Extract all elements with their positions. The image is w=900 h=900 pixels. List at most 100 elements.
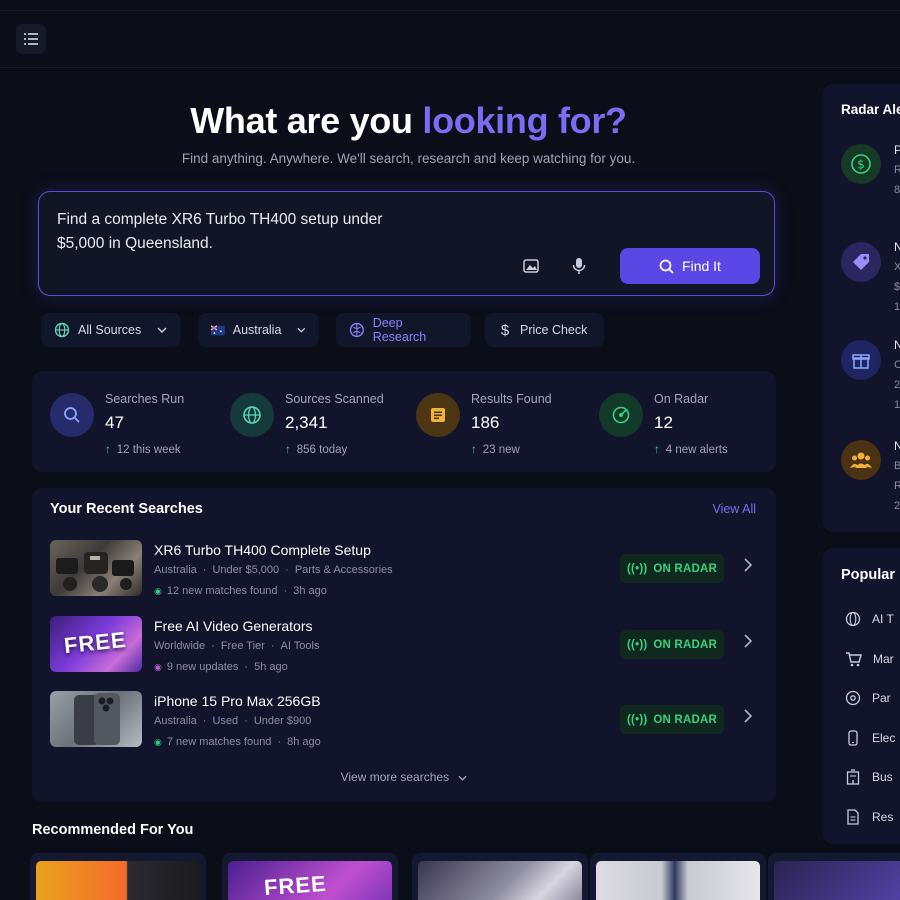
search-meta: Australia · Under $5,000 · Parts & Accessori…: [154, 564, 393, 576]
popular-item-label: Mar: [873, 652, 894, 666]
australia-flag-icon: [211, 324, 225, 335]
meta-filter: Under $5,000: [212, 564, 280, 576]
chevron-right-icon[interactable]: [744, 709, 752, 723]
view-more-label: View more searches: [340, 770, 450, 784]
alert-line: 8: [894, 184, 900, 196]
search-updates: ◉ 12 new matches found · 3h ago: [154, 585, 327, 597]
badge-label: ON RADAR: [653, 562, 717, 575]
alert-line: N: [894, 338, 900, 352]
stat-value: 12: [654, 413, 673, 432]
chevron-right-icon[interactable]: [744, 558, 752, 572]
gift-icon: [852, 354, 870, 369]
search-query-input[interactable]: Find a complete XR6 Turbo TH400 setup un…: [57, 208, 387, 256]
cart-icon: [846, 652, 862, 667]
gear-icon: [845, 690, 861, 706]
stat-delta: ↑ 856 today: [285, 444, 347, 456]
popular-item[interactable]: Par: [845, 688, 891, 708]
popular-item[interactable]: Elec: [845, 728, 895, 748]
badge-label: ON RADAR: [653, 713, 717, 726]
alert-item[interactable]: N C 2 1: [894, 335, 900, 415]
alert-line: P: [894, 143, 900, 157]
alert-item[interactable]: P R 8: [894, 140, 900, 200]
menu-button[interactable]: [16, 24, 46, 54]
thumbnail-free-text: FREE: [62, 626, 128, 659]
search-meta: Australia · Used · Under $900: [154, 715, 312, 727]
recommended-card[interactable]: [590, 853, 766, 900]
image-icon: [523, 259, 539, 273]
status-dot-icon: ◉: [154, 586, 162, 596]
globe-icon: [243, 406, 261, 424]
radar-icon: [612, 406, 630, 424]
document-icon: [431, 408, 445, 422]
deep-research-toggle[interactable]: Deep Research: [336, 313, 471, 347]
search-box[interactable]: Find a complete XR6 Turbo TH400 setup un…: [38, 191, 775, 296]
menu-icon: [24, 33, 38, 45]
view-more-searches-button[interactable]: View more searches: [32, 770, 776, 784]
price-check-toggle[interactable]: $ Price Check: [485, 313, 604, 347]
top-divider: [0, 10, 900, 11]
alert-item[interactable]: N B R 2: [894, 436, 900, 516]
popular-item-label: Elec: [872, 731, 896, 745]
updates-text: 7 new matches found: [166, 736, 272, 748]
radio-wave-icon: ((•)): [627, 638, 648, 651]
popular-item-label: Par: [872, 691, 891, 705]
stat-delta: ↑ 23 new: [471, 444, 520, 456]
voice-input-button[interactable]: [565, 252, 593, 280]
up-arrow-icon: ↑: [285, 444, 291, 456]
alert-line: N: [894, 439, 900, 453]
chevron-down-icon: [297, 327, 306, 333]
alert-item[interactable]: N X $ 1: [894, 237, 900, 317]
alert-line: R: [894, 480, 900, 492]
title-accent: looking for?: [422, 100, 627, 141]
search-icon: [64, 407, 80, 423]
up-arrow-icon: ↑: [105, 444, 111, 456]
brain-icon: [349, 322, 364, 338]
chevron-right-icon[interactable]: [744, 634, 752, 648]
stat-label: On Radar: [654, 392, 709, 406]
radio-wave-icon: ((•)): [627, 562, 648, 575]
stat-label: Results Found: [471, 392, 552, 406]
region-dropdown[interactable]: Australia: [198, 313, 319, 347]
popular-item-label: Res: [872, 810, 894, 824]
find-it-button[interactable]: Find It: [620, 248, 760, 284]
recent-search-row[interactable]: FREE Free AI Video Generators Worldwide ·…: [50, 616, 762, 674]
radar-alerts-title: Radar Ale: [841, 102, 900, 117]
recommended-card[interactable]: FREE: [222, 853, 398, 900]
popular-item[interactable]: Bus: [845, 767, 893, 787]
tag-icon: [853, 254, 869, 270]
thumbnail-free-ai: FREE: [50, 616, 142, 672]
search-meta: Worldwide · Free Tier · AI Tools: [154, 640, 320, 652]
popular-item[interactable]: Mar: [845, 649, 894, 669]
view-all-link[interactable]: View All: [712, 502, 756, 516]
alert-line: X: [894, 261, 900, 273]
alert-line: 1: [894, 301, 900, 313]
popular-item[interactable]: AI T: [845, 609, 894, 629]
dollar-icon: $: [851, 154, 871, 174]
document-icon: [847, 809, 859, 825]
popular-item[interactable]: Res: [845, 807, 893, 827]
status-dot-icon: ◉: [154, 737, 162, 747]
stat-value: 186: [471, 413, 500, 432]
sources-dropdown[interactable]: All Sources: [41, 313, 181, 347]
updates-text: 9 new updates: [166, 661, 239, 673]
updates-text: 12 new matches found: [166, 585, 278, 597]
recent-search-row[interactable]: XR6 Turbo TH400 Complete Setup Australia…: [50, 540, 762, 598]
on-radar-badge: ((•)) ON RADAR: [620, 630, 724, 659]
stat-delta: ↑ 12 this week: [105, 444, 181, 456]
stat-delta-text: 12 this week: [116, 444, 181, 456]
thumbnail-iphone: [50, 691, 142, 747]
microphone-icon: [572, 258, 586, 274]
recommended-card[interactable]: [768, 853, 900, 900]
recommended-card[interactable]: [412, 853, 588, 900]
recommended-card[interactable]: [30, 853, 206, 900]
image-upload-button[interactable]: [517, 252, 545, 280]
recent-search-row[interactable]: iPhone 15 Pro Max 256GB Australia · Used · U…: [50, 691, 762, 749]
popular-panel: Popular AI T Mar Par Elec Bus Res: [823, 548, 900, 844]
alert-icon-circle: [841, 440, 881, 480]
recommended-card-image: [596, 861, 760, 900]
chevron-down-icon: [458, 775, 467, 781]
on-radar-badge: ((•)) ON RADAR: [620, 705, 724, 734]
meta-location: Australia: [154, 564, 197, 576]
recommended-free-text: FREE: [263, 870, 328, 900]
updates-time: 8h ago: [287, 736, 321, 748]
